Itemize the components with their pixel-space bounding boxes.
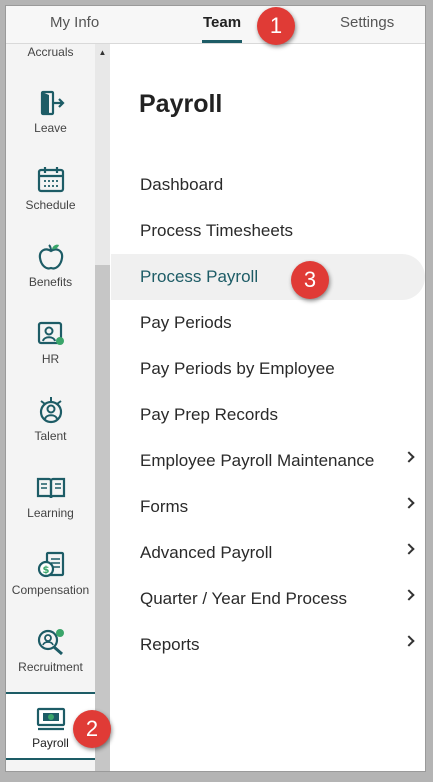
talent-person-icon [39,397,62,424]
menu-item-label: Pay Periods [140,313,232,332]
menu-item-label: Process Timesheets [140,221,294,240]
sidebar-item-schedule[interactable]: Schedule [6,165,95,212]
sidebar-item-leave[interactable]: Leave [6,88,95,135]
active-tab-indicator [202,40,242,43]
svg-text:$: $ [42,565,49,576]
menu-item-pay-periods-by-employee[interactable]: Pay Periods by Employee [111,346,425,392]
menu-item-pay-periods[interactable]: Pay Periods [111,300,425,346]
menu-item-process-payroll[interactable]: Process Payroll [111,254,425,300]
menu-item-label: Dashboard [140,175,224,194]
hr-person-icon [37,321,64,345]
apple-icon [38,244,63,270]
sidebar-item-label: Recruitment [18,660,83,674]
book-icon [36,477,65,499]
sidebar-item-compensation[interactable]: $ Compensation [6,550,95,597]
payroll-cash-icon [36,707,65,731]
sidebar-item-label: HR [41,352,60,366]
menu-item-quarter-year-end-process[interactable]: Quarter / Year End Process [111,576,425,622]
menu-item-pay-prep-records[interactable]: Pay Prep Records [111,392,425,438]
sidebar: Accruals Leave Schedule Benefits HR Tale… [6,44,110,771]
menu-item-label: Process Payroll [140,267,259,286]
menu-item-label: Reports [140,635,200,654]
chevron-right-icon [403,635,415,647]
callout-badge-2: 2 [73,710,111,748]
menu-item-label: Advanced Payroll [140,543,273,562]
menu-item-dashboard[interactable]: Dashboard [111,162,425,208]
callout-badge-3: 3 [291,261,329,299]
sidebar-item-learning[interactable]: Learning [6,473,95,520]
sidebar-item-label: Leave [34,121,67,135]
chevron-right-icon [403,589,415,601]
sidebar-item-talent[interactable]: Talent [6,396,95,443]
sidebar-item-hr[interactable]: HR [6,319,95,366]
sidebar-item-label: Learning [27,506,74,520]
menu-item-forms[interactable]: Forms [111,484,425,530]
payroll-menu-panel: Payroll Dashboard Process Timesheets Pro… [111,44,425,771]
menu-item-label: Employee Payroll Maintenance [140,451,375,470]
tab-team[interactable]: Team [203,14,241,31]
tab-settings[interactable]: Settings [340,14,394,31]
chevron-right-icon [403,543,415,555]
sidebar-scrollbar-thumb[interactable] [95,265,110,771]
leave-door-icon [40,90,65,116]
menu-item-label: Quarter / Year End Process [140,589,347,608]
calendar-icon [37,167,64,193]
chevron-right-icon [403,497,415,509]
sidebar-item-label: Schedule [25,198,76,212]
page-title: Payroll [139,90,223,118]
sidebar-item-label: Talent [34,429,67,443]
recruitment-search-icon [37,629,64,656]
menu-item-employee-payroll-maintenance[interactable]: Employee Payroll Maintenance [111,438,425,484]
money-document-icon: $ [37,551,64,578]
menu-item-reports[interactable]: Reports [111,622,425,668]
app-window: My Info Team Settings Accruals Leave Sch… [5,5,426,772]
menu-item-label: Pay Prep Records [140,405,278,424]
scroll-up-arrow-icon[interactable]: ▲ [95,48,110,60]
menu-item-advanced-payroll[interactable]: Advanced Payroll [111,530,425,576]
sidebar-item-benefits[interactable]: Benefits [6,242,95,289]
top-tab-bar: My Info Team Settings [6,6,425,44]
menu-item-label: Forms [140,497,189,516]
sidebar-item-recruitment[interactable]: Recruitment [6,627,95,674]
menu-item-process-timesheets[interactable]: Process Timesheets [111,208,425,254]
sidebar-item-label: Compensation [11,583,90,597]
tab-my-info[interactable]: My Info [50,14,99,31]
callout-badge-1: 1 [257,7,295,45]
menu-item-label: Pay Periods by Employee [140,359,335,378]
chevron-right-icon [403,451,415,463]
sidebar-item-accruals[interactable]: Accruals [6,45,95,59]
sidebar-item-label: Benefits [28,275,73,289]
